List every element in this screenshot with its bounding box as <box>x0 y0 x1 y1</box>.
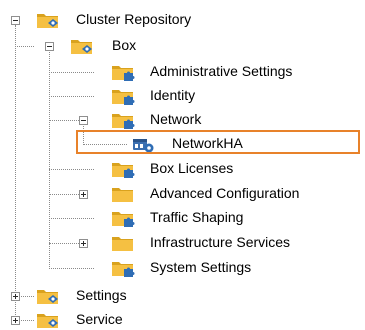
folder-puzzle-icon <box>111 110 135 130</box>
folder-gear-icon <box>36 10 60 30</box>
folder-gear-icon <box>36 310 60 330</box>
tree-line <box>49 120 79 121</box>
folder-puzzle-icon <box>111 62 135 82</box>
repository-tree: Cluster Repository Box Administrative Se… <box>0 0 365 330</box>
tree-node-service[interactable]: Service <box>76 310 123 328</box>
folder-icon <box>111 184 135 204</box>
folder-puzzle-icon <box>111 258 135 278</box>
tree-node-settings[interactable]: Settings <box>76 286 127 304</box>
folder-puzzle-icon <box>111 159 135 179</box>
tree-line <box>49 52 50 269</box>
expand-toggle-service[interactable] <box>11 316 20 325</box>
tree-node-infrastructure-services[interactable]: Infrastructure Services <box>150 233 290 251</box>
tree-node-administrative-settings[interactable]: Administrative Settings <box>150 62 292 80</box>
tree-line <box>49 243 79 244</box>
collapse-toggle-box[interactable] <box>45 42 54 51</box>
folder-puzzle-icon <box>111 86 135 106</box>
expand-toggle-infrastructure-services[interactable] <box>79 239 88 248</box>
expand-toggle-settings[interactable] <box>11 292 20 301</box>
folder-icon <box>111 233 135 253</box>
tree-node-system-settings[interactable]: System Settings <box>150 258 251 276</box>
tree-node-cluster-repository[interactable]: Cluster Repository <box>76 10 191 28</box>
collapse-toggle-network[interactable] <box>79 116 88 125</box>
tree-node-box[interactable]: Box <box>112 36 136 54</box>
tree-node-advanced-configuration[interactable]: Advanced Configuration <box>150 184 299 202</box>
tree-line <box>15 46 34 47</box>
tree-line <box>49 194 79 195</box>
tree-line <box>15 25 16 321</box>
tree-node-network[interactable]: Network <box>150 110 201 128</box>
tree-line <box>49 218 94 219</box>
folder-puzzle-icon <box>111 208 135 228</box>
expand-toggle-advanced-configuration[interactable] <box>79 190 88 199</box>
tree-line <box>49 169 94 170</box>
tree-line <box>49 96 94 97</box>
folder-gear-icon <box>70 36 94 56</box>
tree-node-traffic-shaping[interactable]: Traffic Shaping <box>150 208 243 226</box>
collapse-toggle-cluster-repository[interactable] <box>11 16 20 25</box>
tree-node-box-licenses[interactable]: Box Licenses <box>150 159 233 177</box>
tree-line <box>49 72 94 73</box>
tree-line <box>49 268 94 269</box>
folder-gear-icon <box>36 286 60 306</box>
tree-node-networkha[interactable]: NetworkHA <box>172 134 243 152</box>
tree-node-identity[interactable]: Identity <box>150 86 195 104</box>
